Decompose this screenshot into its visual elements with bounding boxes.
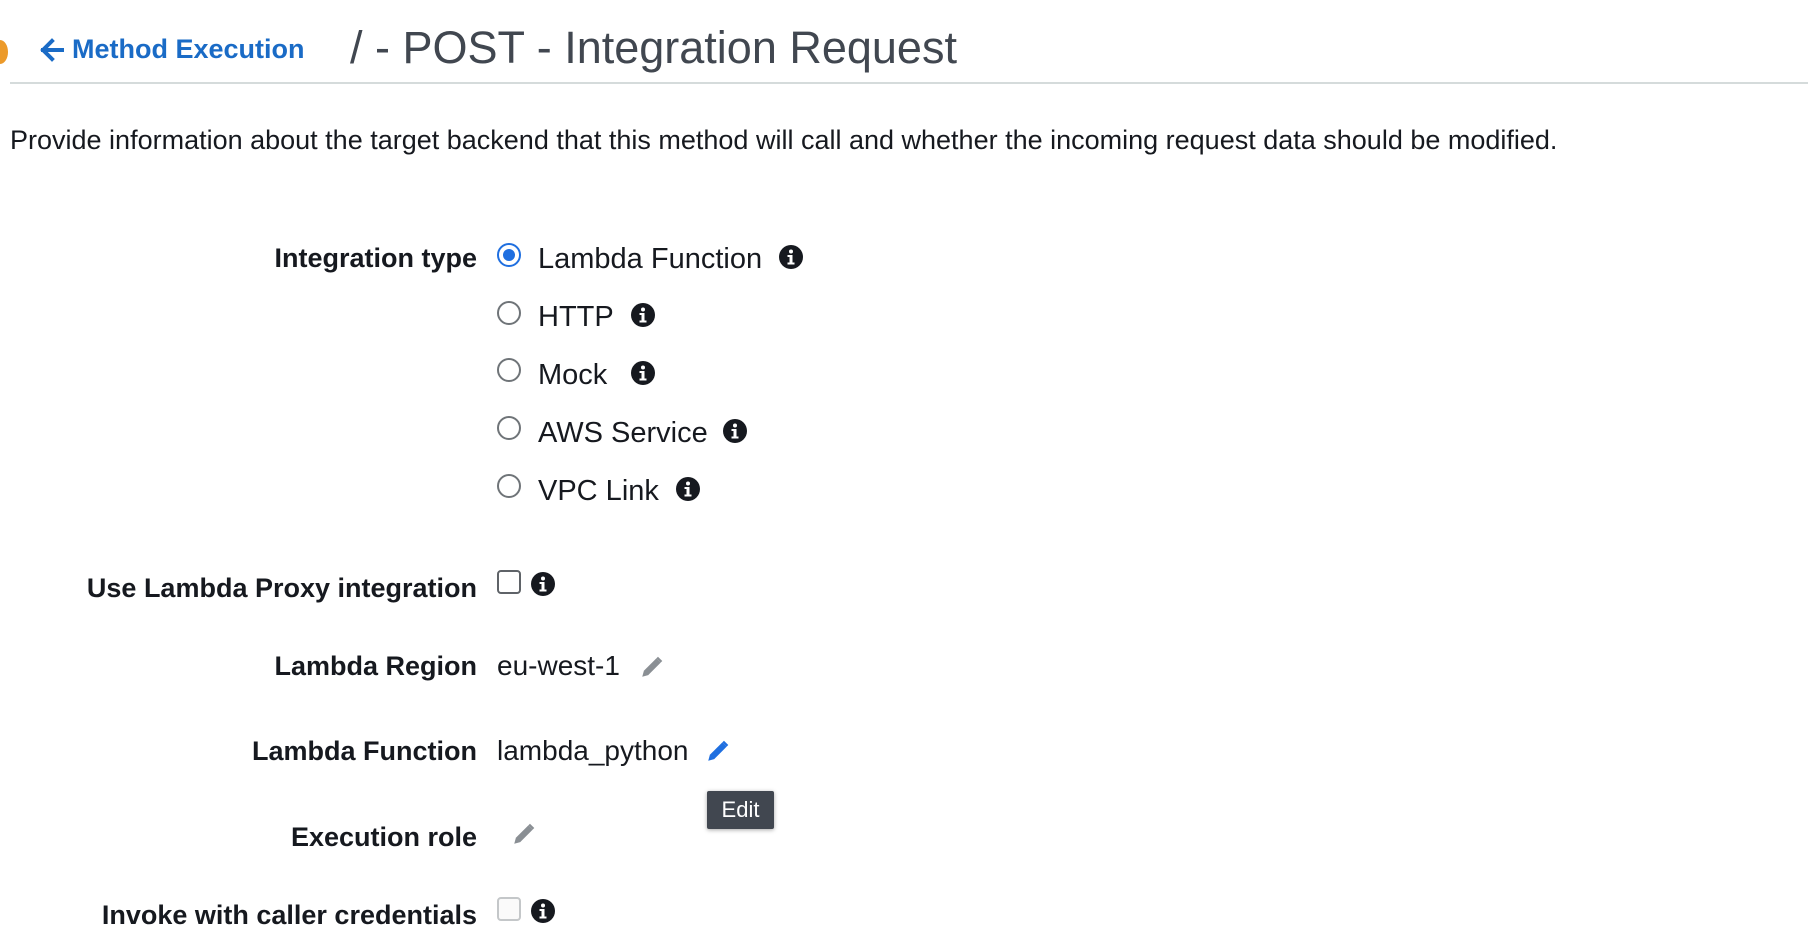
integration-type-label: Integration type	[274, 243, 477, 273]
info-icon[interactable]	[779, 245, 803, 269]
lambda-function-label: Lambda Function	[252, 736, 477, 766]
info-icon[interactable]	[723, 419, 747, 443]
radio-vpc-link[interactable]	[497, 474, 521, 498]
accent-dot	[0, 40, 8, 64]
pencil-icon[interactable]	[705, 738, 731, 764]
radio-http[interactable]	[497, 301, 521, 325]
arrow-left-icon	[40, 37, 64, 62]
radio-aws-service[interactable]	[497, 416, 521, 440]
option-label-lambda-function[interactable]: Lambda Function	[538, 243, 762, 276]
page-title: / - POST - Integration Request	[350, 22, 957, 73]
back-link-label: Method Execution	[72, 34, 305, 64]
option-label-http[interactable]: HTTP	[538, 301, 614, 334]
pencil-icon[interactable]	[639, 654, 665, 680]
invoke-credentials-checkbox	[497, 897, 521, 921]
radio-mock[interactable]	[497, 358, 521, 382]
lambda-function-value: lambda_python	[497, 735, 689, 766]
info-icon[interactable]	[676, 477, 700, 501]
info-icon[interactable]	[631, 361, 655, 385]
edit-tooltip: Edit	[707, 791, 774, 829]
invoke-credentials-label: Invoke with caller credentials	[101, 900, 477, 930]
lambda-proxy-label: Use Lambda Proxy integration	[86, 573, 477, 603]
page-description: Provide information about the target bac…	[10, 125, 1558, 155]
pencil-icon[interactable]	[511, 821, 537, 847]
execution-role-label: Execution role	[290, 822, 477, 852]
option-label-vpc-link[interactable]: VPC Link	[538, 475, 659, 508]
lambda-proxy-checkbox[interactable]	[497, 570, 521, 594]
page-header: Method Execution / - POST - Integration …	[10, 0, 1808, 84]
info-icon[interactable]	[631, 303, 655, 327]
info-icon[interactable]	[531, 572, 555, 596]
lambda-region-value: eu-west-1	[497, 650, 620, 681]
option-label-aws-service[interactable]: AWS Service	[538, 417, 708, 450]
info-icon[interactable]	[531, 899, 555, 923]
lambda-region-label: Lambda Region	[274, 651, 477, 681]
option-label-mock[interactable]: Mock	[538, 359, 607, 392]
back-to-method-execution-link[interactable]: Method Execution	[40, 34, 305, 65]
radio-lambda-function[interactable]	[497, 243, 521, 267]
